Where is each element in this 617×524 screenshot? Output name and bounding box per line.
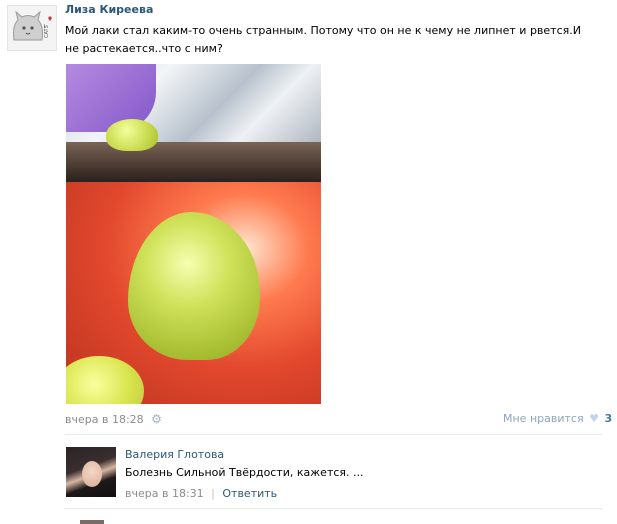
like-button[interactable]: Мне нравится ♥ 3 [503,412,612,425]
comment-author-link[interactable]: Валерия Глотова [125,448,224,461]
comment-timestamp[interactable]: вчера в 18:31 [125,487,204,500]
post-meta: вчера в 18:28 ⚙ [65,412,162,426]
photo-shelf [66,142,321,182]
reply-link[interactable]: Ответить [222,487,277,500]
post-photo[interactable] [66,64,321,404]
comment-avatar[interactable] [66,447,116,497]
comment-text: Болезнь Сильной Твёрдости, кажется. ... [125,466,364,479]
svg-text:CATS: CATS [44,25,50,38]
photo-small-slime [106,119,158,151]
gear-icon[interactable]: ⚙ [151,412,162,426]
post-text: Мой лаки стал каким-то очень странным. П… [65,24,581,55]
heart-icon: ♥ [589,412,599,425]
cat-logo-icon: I CATS [13,10,52,41]
wall-post: I CATS Лиза Киреева Мой лаки стал каким-… [0,0,617,524]
avatar-face [82,461,102,487]
comment-meta: вчера в 18:31 | Ответить [125,487,277,500]
post-timestamp[interactable]: вчера в 18:28 [65,413,144,426]
divider [65,434,602,435]
separator: | [211,487,215,500]
like-label: Мне нравится [503,412,584,425]
author-avatar[interactable]: I CATS [7,5,57,51]
post-author-link[interactable]: Лиза Киреева [65,3,153,16]
next-comment-avatar[interactable] [80,520,104,524]
divider [65,508,602,509]
like-count: 3 [604,412,613,425]
